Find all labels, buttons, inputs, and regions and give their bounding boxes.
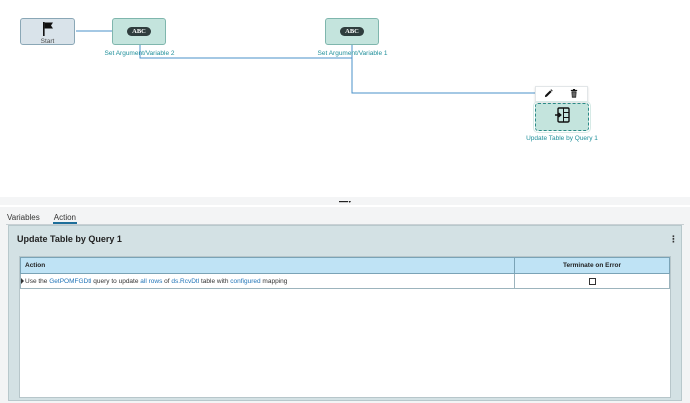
- set-variable-2-box[interactable]: ABC: [112, 18, 166, 45]
- set-variable-1-label: Set Argument/Variable 1: [317, 50, 388, 57]
- properties-panel: Variables Action Update Table by Query 1…: [0, 207, 690, 403]
- action-text-2: query to update: [91, 277, 141, 285]
- trash-icon: [570, 85, 578, 103]
- action-card: Update Table by Query 1 ⋮ Action Termina…: [8, 225, 682, 401]
- abc-badge-icon: ABC: [340, 27, 364, 36]
- edit-node-button[interactable]: [536, 87, 562, 101]
- panel-splitter[interactable]: [0, 197, 690, 205]
- abc-badge-icon: ABC: [127, 27, 151, 36]
- set-variable-2-node[interactable]: ABC Set Argument/Variable 2: [105, 18, 174, 60]
- connector-set1-to-update: [351, 58, 535, 94]
- start-node-label: Start: [40, 38, 55, 45]
- kebab-menu-icon[interactable]: ⋮: [669, 234, 678, 246]
- start-node[interactable]: Start: [20, 18, 76, 52]
- action-text-1: Use the: [25, 277, 50, 285]
- action-table: Action Terminate on Error Use the GetPOM…: [20, 257, 670, 289]
- update-table-label: Update Table by Query 1: [526, 135, 598, 142]
- action-description-cell: Use the GetPOMFGDtl query to update all …: [20, 273, 515, 289]
- update-table-node[interactable]: Update Table by Query 1: [526, 101, 598, 145]
- table-import-icon: [554, 106, 570, 128]
- table-link[interactable]: ds.RcvDtl: [171, 278, 199, 285]
- action-grid: Action Terminate on Error Use the GetPOM…: [19, 256, 671, 398]
- tab-action[interactable]: Action: [52, 212, 77, 224]
- column-header-action[interactable]: Action: [20, 257, 515, 274]
- node-toolbar: [535, 86, 588, 102]
- set-variable-1-box[interactable]: ABC: [325, 18, 379, 45]
- table-row[interactable]: Use the GetPOMFGDtl query to update all …: [20, 273, 670, 289]
- terminate-cell: [514, 273, 670, 289]
- set-variable-1-node[interactable]: ABC Set Argument/Variable 1: [318, 18, 387, 60]
- workflow-designer: Start ABC Set Argument/Variable 2 ABC Se…: [0, 0, 690, 403]
- update-table-box[interactable]: [533, 101, 591, 133]
- rows-link[interactable]: all rows: [140, 278, 162, 285]
- card-title: Update Table by Query 1: [17, 234, 122, 244]
- set-variable-2-label: Set Argument/Variable 2: [104, 50, 175, 57]
- action-text-4: table with: [199, 277, 231, 285]
- delete-node-button[interactable]: [562, 87, 588, 101]
- panel-tabs: Variables Action: [6, 212, 77, 224]
- terminate-on-error-checkbox[interactable]: [588, 277, 596, 285]
- mapping-link[interactable]: configured: [230, 278, 260, 285]
- tab-variables[interactable]: Variables: [6, 212, 41, 224]
- column-header-terminate[interactable]: Terminate on Error: [514, 257, 670, 274]
- action-text-5: mapping: [260, 277, 288, 285]
- workflow-canvas[interactable]: Start ABC Set Argument/Variable 2 ABC Se…: [0, 0, 690, 197]
- row-indicator-icon: [21, 277, 24, 284]
- pencil-icon: [544, 85, 553, 103]
- table-header-row: Action Terminate on Error: [20, 257, 670, 274]
- query-link[interactable]: GetPOMFGDtl: [49, 278, 91, 285]
